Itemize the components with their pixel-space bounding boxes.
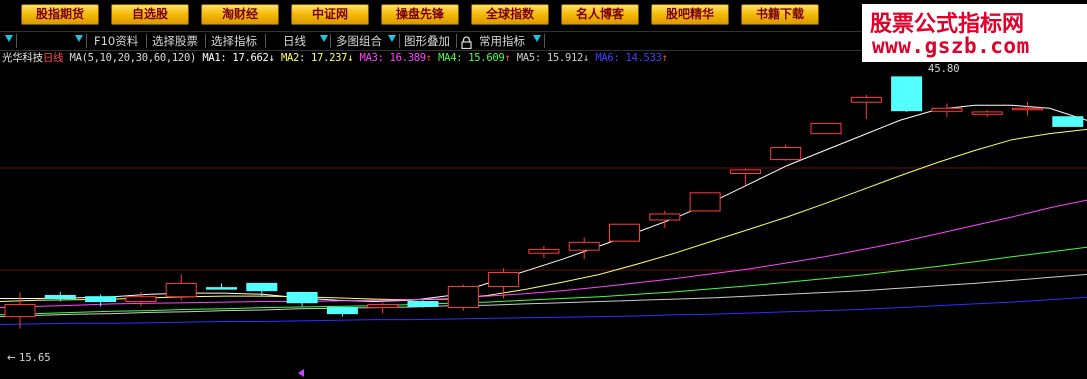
ma5-arrow: ↓ bbox=[583, 52, 590, 64]
menu-button-trading-pioneer[interactable]: 操盘先锋 bbox=[381, 4, 459, 25]
candle-body bbox=[1012, 107, 1043, 111]
ma6-value: MA6: 14.533 bbox=[595, 52, 662, 64]
ma3-value: MA3: 16.389 bbox=[359, 52, 427, 64]
scroll-marker-icon[interactable] bbox=[298, 369, 304, 377]
ma3-arrow: ↑ bbox=[425, 52, 432, 64]
chart-toolbar: F10资料 选择股票 选择指标 日线 多图组合 图形叠加 常用指标 bbox=[0, 31, 862, 51]
menu-button-index-futures[interactable]: 股指期货 bbox=[21, 4, 99, 25]
ma-legend: 光华科技日线 MA(5,10,20,30,60,120) MA1: 17.662… bbox=[2, 50, 668, 64]
candle-body bbox=[206, 287, 237, 290]
chevron-down-icon[interactable] bbox=[533, 35, 541, 42]
ma1-value: MA1: 17.662 bbox=[202, 52, 269, 64]
high-price-label: 45.80 bbox=[928, 64, 960, 75]
divider bbox=[205, 34, 206, 48]
chevron-down-icon[interactable] bbox=[75, 35, 83, 42]
menu-button-finance[interactable]: 淘财经 bbox=[201, 4, 279, 25]
menu-button-forum-best[interactable]: 股吧精华 bbox=[651, 4, 729, 25]
candle-body bbox=[528, 249, 560, 254]
candle-body bbox=[407, 301, 439, 307]
menu-button-celebrity-blogs[interactable]: 名人博客 bbox=[561, 4, 639, 25]
candle-body bbox=[165, 282, 197, 298]
candle-body bbox=[810, 122, 842, 135]
tool-overlay[interactable]: 图形叠加 bbox=[404, 33, 450, 49]
candle-body bbox=[609, 223, 640, 242]
ma2-arrow: ↓ bbox=[347, 52, 354, 64]
ma1-arrow: ↓ bbox=[268, 52, 275, 64]
watermark-url: www.gszb.com bbox=[872, 34, 1030, 58]
divider bbox=[86, 34, 87, 48]
candle-body bbox=[4, 304, 36, 318]
ma1-line bbox=[0, 104, 1087, 303]
divider bbox=[330, 34, 331, 48]
ma4-value: MA4: 15.609 bbox=[438, 52, 505, 64]
divider bbox=[399, 34, 400, 48]
candle-body bbox=[44, 294, 76, 300]
candle-body bbox=[1052, 116, 1084, 127]
ma6-arrow: ↑ bbox=[661, 52, 668, 64]
candle-body bbox=[931, 107, 963, 112]
menu-button-global-index[interactable]: 全球指数 bbox=[471, 4, 549, 25]
menu-button-book-download[interactable]: 书籍下载 bbox=[741, 4, 819, 25]
candle-body bbox=[125, 296, 157, 303]
tool-period-daily[interactable]: 日线 bbox=[283, 33, 306, 49]
tool-select-stock[interactable]: 选择股票 bbox=[152, 33, 198, 49]
candle-body bbox=[246, 282, 278, 292]
ma-params: MA(5,10,20,30,60,120) bbox=[69, 52, 197, 64]
tool-common-indicators[interactable]: 常用指标 bbox=[479, 33, 525, 49]
tool-select-indicator[interactable]: 选择指标 bbox=[211, 33, 257, 49]
candlestick-chart[interactable]: 45.80 15.65 ← bbox=[0, 64, 1087, 379]
candle-body bbox=[326, 307, 358, 315]
low-price-label: 15.65 bbox=[19, 352, 51, 364]
candle-body bbox=[971, 111, 1003, 115]
chevron-down-icon[interactable] bbox=[5, 35, 13, 42]
candle-body bbox=[689, 192, 721, 212]
candle-body bbox=[568, 241, 600, 251]
candle-body bbox=[85, 296, 117, 303]
candle-body bbox=[488, 272, 520, 287]
tool-multi-chart[interactable]: 多图组合 bbox=[336, 33, 382, 49]
ma4-arrow: ↑ bbox=[504, 52, 511, 64]
menu-button-watchlist[interactable]: 自选股 bbox=[111, 4, 189, 25]
ma2-value: MA2: 17.237 bbox=[280, 52, 348, 64]
candle-body bbox=[850, 96, 882, 103]
menu-button-cs-news[interactable]: 中证网 bbox=[291, 4, 369, 25]
site-watermark: 股票公式指标网 www.gszb.com bbox=[862, 4, 1087, 62]
ma5-value: MA5: 15.912 bbox=[516, 52, 584, 64]
divider bbox=[146, 34, 147, 48]
candle-body bbox=[729, 169, 761, 174]
lock-icon[interactable] bbox=[461, 34, 472, 50]
divider bbox=[16, 34, 17, 48]
candle-body bbox=[447, 285, 479, 309]
low-price-arrow: ← bbox=[7, 352, 16, 364]
ma6-line bbox=[0, 296, 1087, 325]
candle-body bbox=[367, 304, 399, 309]
stock-name: 光华科技 bbox=[2, 52, 43, 64]
ma2-line bbox=[0, 128, 1087, 302]
chevron-down-icon[interactable] bbox=[320, 35, 328, 42]
divider bbox=[544, 34, 545, 48]
period-label: 日线 bbox=[42, 52, 64, 64]
chevron-down-icon[interactable] bbox=[388, 35, 396, 42]
candle-body bbox=[770, 147, 802, 161]
candle-body bbox=[286, 291, 318, 304]
candle-body bbox=[891, 76, 923, 112]
divider bbox=[456, 34, 457, 48]
divider bbox=[265, 34, 266, 48]
ma-lines bbox=[0, 104, 1087, 325]
candle-body bbox=[649, 213, 681, 221]
tool-f10-info[interactable]: F10资料 bbox=[94, 33, 138, 49]
